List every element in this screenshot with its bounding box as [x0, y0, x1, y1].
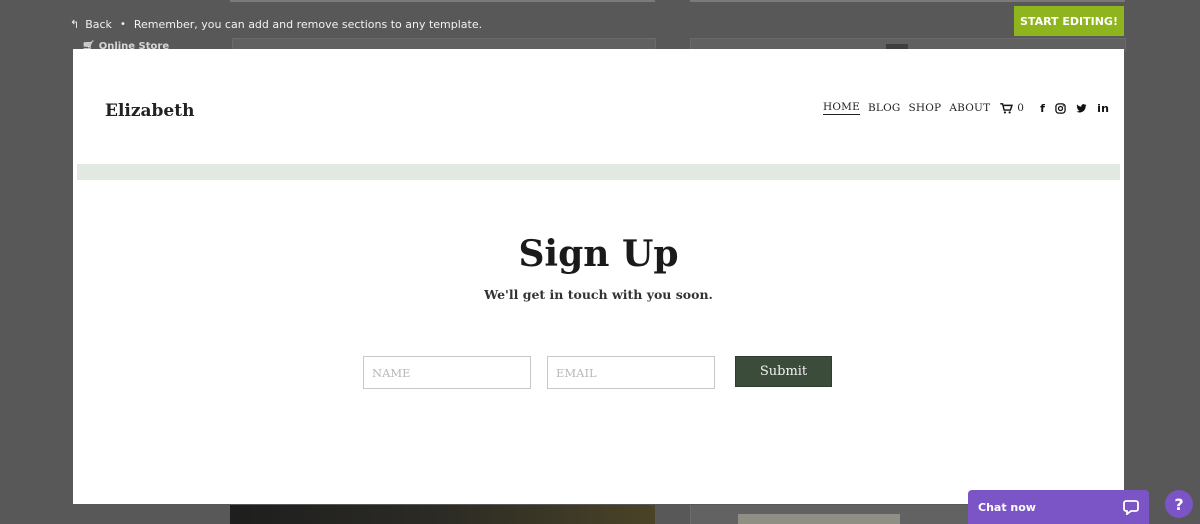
background-thumbnail [738, 514, 900, 524]
help-button[interactable]: ? [1165, 490, 1193, 518]
signup-title: Sign Up [518, 233, 679, 275]
cart-count: 0 [1017, 102, 1025, 114]
facebook-icon[interactable]: f [1040, 102, 1045, 115]
header-divider-band [77, 164, 1120, 180]
email-input[interactable] [547, 356, 715, 389]
submit-button[interactable]: Submit [735, 356, 832, 387]
separator: • [119, 18, 126, 30]
social-links: f in [1040, 102, 1109, 115]
back-arrow-icon[interactable]: ↰ [70, 18, 79, 31]
background-image-dark [230, 505, 655, 524]
linkedin-icon[interactable]: in [1097, 102, 1109, 115]
cart-link[interactable]: 0 [1000, 102, 1024, 114]
template-preview: Elizabeth HOME BLOG SHOP ABOUT 0 f in Si… [73, 49, 1124, 504]
shopping-cart-icon [1000, 102, 1014, 114]
chat-label: Chat now [978, 500, 1036, 514]
nav-home[interactable]: HOME [823, 101, 860, 115]
nav-blog[interactable]: BLOG [868, 102, 901, 114]
instagram-icon[interactable] [1055, 102, 1066, 114]
nav-shop[interactable]: SHOP [908, 102, 941, 114]
site-logo[interactable]: Elizabeth [105, 101, 194, 121]
signup-subtitle: We'll get in touch with you soon. [484, 287, 713, 302]
nav-about[interactable]: ABOUT [949, 102, 990, 114]
template-hint: Remember, you can add and remove section… [133, 17, 483, 31]
chat-bubble-icon [1123, 500, 1139, 515]
start-editing-button[interactable]: START EDITING! [1014, 6, 1124, 36]
background-column-right [690, 0, 1125, 2]
editor-top-bar: ↰ Back • Remember, you can add and remov… [70, 14, 482, 34]
name-input[interactable] [363, 356, 531, 389]
background-column-left [230, 0, 655, 2]
chat-widget[interactable]: Chat now [968, 490, 1149, 524]
twitter-icon[interactable] [1076, 103, 1087, 114]
back-link[interactable]: Back [85, 18, 112, 31]
site-nav: HOME BLOG SHOP ABOUT 0 f in [823, 101, 1109, 115]
